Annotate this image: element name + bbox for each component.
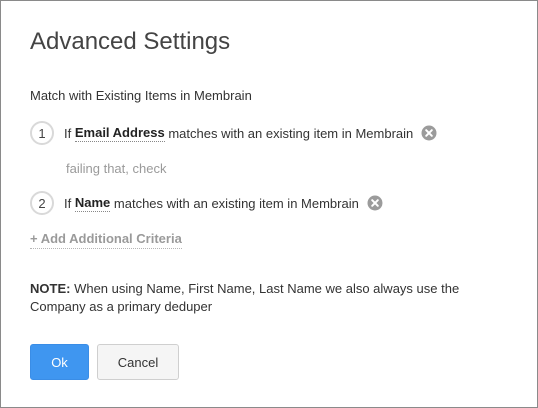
criteria-row-2: 2 If Name matches with an existing item … [30,189,383,217]
criteria-field-name[interactable]: Name [74,195,111,212]
step-number-1: 1 [30,121,54,145]
criteria-field-email-address[interactable]: Email Address [74,125,165,142]
dialog-title: Advanced Settings [30,28,231,55]
ok-button[interactable]: Ok [30,344,89,380]
criteria-text-1: If Email Address matches with an existin… [64,125,413,142]
note-text: When using Name, First Name, Last Name w… [30,281,460,314]
fallback-text: failing that, check [66,161,167,176]
criteria-prefix: If [64,125,72,141]
criteria-suffix: matches with an existing item in Membrai… [113,195,359,211]
advanced-settings-dialog: Advanced Settings Match with Existing It… [0,0,538,408]
step-number-2: 2 [30,191,54,215]
criteria-prefix: If [64,195,72,211]
criteria-row-1: 1 If Email Address matches with an exist… [30,119,437,147]
remove-circle-icon[interactable] [367,195,383,211]
criteria-text-2: If Name matches with an existing item in… [64,195,359,212]
section-label: Match with Existing Items in Membrain [30,88,252,103]
note: NOTE: When using Name, First Name, Last … [30,280,500,316]
remove-circle-icon[interactable] [421,125,437,141]
criteria-suffix: matches with an existing item in Membrai… [168,125,414,141]
add-additional-criteria-link[interactable]: + Add Additional Criteria [30,230,182,249]
note-label: NOTE: [30,281,71,296]
cancel-button[interactable]: Cancel [97,344,179,380]
